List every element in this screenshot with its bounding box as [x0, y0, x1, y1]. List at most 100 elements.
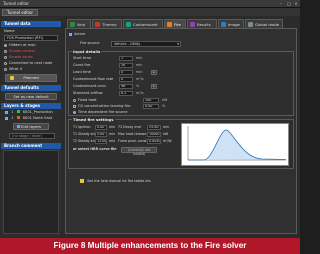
- tab-fire-label: Fire: [174, 22, 181, 27]
- edit-layers-button[interactable]: Edit layers: [13, 123, 49, 130]
- tunnel-editor-window: Tunnel editor – □ × Tunnel editor Tunnel…: [0, 0, 300, 238]
- radio-hidden[interactable]: Hidden at map: [4, 43, 36, 48]
- planned-button-label: Planned: [23, 75, 39, 80]
- fixed-heat-row[interactable]: Fixed heat: [73, 98, 97, 103]
- o2-row[interactable]: O2 concentration leaving fire: [73, 104, 130, 109]
- fire-panel: Active Fire source Vehicle - Utility ▾ In…: [65, 28, 297, 234]
- fire-source-select[interactable]: Vehicle - Utility ▾: [111, 41, 181, 47]
- timed-fire-title: Timed fire settings: [72, 117, 115, 122]
- hrr-curve-svg: [187, 126, 287, 161]
- close-icon[interactable]: ×: [293, 1, 299, 6]
- radio-what-if-label: What if: [9, 67, 22, 71]
- const-fire-label: Const fire: [73, 63, 91, 67]
- time-dependent-radio[interactable]: [73, 110, 76, 114]
- t1-ignition-label: T1 Ignition: [73, 125, 91, 129]
- layer-1-checkbox[interactable]: [5, 110, 8, 114]
- tab-fire[interactable]: Fire: [164, 19, 186, 28]
- layer-2-color-icon: [16, 116, 20, 119]
- edit-layers-icon: [17, 125, 20, 128]
- tab-image[interactable]: Image: [218, 19, 244, 28]
- t1-ignition-input[interactable]: 0.00: [95, 125, 107, 130]
- radio-hidden-indicator[interactable]: [4, 43, 7, 47]
- radio-smoke-control-indicator[interactable]: [4, 49, 7, 53]
- active-checkbox-row[interactable]: Active: [69, 32, 85, 37]
- lead-time-input[interactable]: 0: [119, 70, 133, 75]
- o2-input[interactable]: 0.00: [143, 104, 159, 109]
- start-time-input[interactable]: 1: [119, 56, 133, 61]
- tab-contaminant-label: Contaminant: [133, 22, 158, 27]
- branch-comment-header: Branch comment: [1, 143, 61, 149]
- contaminant-conc-input[interactable]: 96: [119, 84, 133, 89]
- radio-what-if-indicator[interactable]: [4, 67, 7, 71]
- o2-checkbox[interactable]: [73, 104, 76, 108]
- contaminant-conc-unit: %: [136, 84, 140, 88]
- radio-connected[interactable]: Connected to next node: [4, 61, 52, 66]
- fixed-heat-input[interactable]: 100: [143, 98, 159, 103]
- tunnel-name-input[interactable]: FDS Production (RFI): [4, 35, 58, 41]
- layer-2-checkbox[interactable]: [5, 116, 8, 120]
- planned-icon: [10, 76, 14, 80]
- const-fire-input[interactable]: 30: [119, 63, 133, 68]
- fume-prod-input[interactable]: 0.0040: [147, 139, 161, 144]
- editor-tabs: Velo Thermo Contaminant Fire Results Ima…: [65, 19, 297, 28]
- standard-airflow-input[interactable]: 0.1: [119, 91, 133, 96]
- t1-steady-input[interactable]: 5.00: [95, 132, 107, 137]
- radio-what-if[interactable]: What if: [4, 67, 22, 72]
- maximize-icon[interactable]: □: [286, 1, 292, 6]
- fixed-heat-radio[interactable]: [73, 98, 76, 102]
- tab-contaminant[interactable]: Contaminant: [123, 19, 163, 28]
- time-dependent-label: Time dependent fire source: [78, 110, 128, 114]
- tab-velo[interactable]: Velo: [67, 19, 91, 28]
- global-mode-icon: [248, 22, 253, 27]
- active-label: Active: [74, 32, 86, 36]
- const-fire-unit: min: [136, 63, 143, 67]
- image-icon: [221, 22, 226, 27]
- radio-smoke-zones[interactable]: Smoke zones: [4, 55, 33, 60]
- start-time-unit: min: [136, 56, 143, 60]
- branch-comment-textarea[interactable]: [3, 150, 59, 234]
- t3-decay-input[interactable]: 25.00: [147, 125, 161, 130]
- fume-prod-label: Fume prod. const.: [118, 139, 148, 143]
- contaminant-flow-label: Contaminant flow rate: [73, 77, 114, 81]
- tunnel-defaults-header: Tunnel defaults: [1, 85, 61, 91]
- layer-row-1[interactable]: 1 6001_Production: [5, 110, 53, 115]
- contaminant-conc-extra-button[interactable]: ▸: [151, 84, 157, 89]
- standard-airflow-label: Standard airflow: [73, 91, 103, 95]
- tab-results[interactable]: Results: [187, 19, 217, 28]
- tab-thermo-label: Thermo: [102, 22, 117, 27]
- o2-unit: %: [162, 104, 166, 108]
- planned-button[interactable]: Planned: [5, 74, 57, 82]
- help-icon: [80, 179, 84, 183]
- active-checkbox[interactable]: [69, 32, 72, 36]
- t3-decay-unit: min: [163, 125, 170, 129]
- hrr-curve-file-button[interactable]: (currently not loaded): [121, 147, 157, 156]
- radio-connected-indicator[interactable]: [4, 61, 7, 65]
- radio-smoke-zones-indicator[interactable]: [4, 55, 7, 59]
- figure-caption: Figure 8 Multiple enhancements to the Fi…: [0, 238, 300, 254]
- t2-steady-input[interactable]: 15.00: [95, 139, 107, 144]
- hrr-curve-plot: [181, 123, 289, 166]
- contaminant-flow-input[interactable]: 0: [119, 77, 133, 82]
- layer-2-num: 1: [11, 116, 14, 120]
- t1-steady-unit: min: [109, 132, 116, 136]
- name-label: Name: [4, 29, 15, 33]
- layer-row-2[interactable]: 1 6001 North East: [5, 116, 52, 121]
- stage-select[interactable]: (no stage / layer): [9, 133, 55, 139]
- fire-icon: [167, 22, 172, 27]
- thermo-icon: [95, 22, 100, 27]
- fire-source-value: Vehicle - Utility: [114, 42, 141, 46]
- time-dependent-row[interactable]: Time dependent fire source: [73, 110, 127, 115]
- lead-time-extra-button[interactable]: ▸: [151, 70, 157, 75]
- tab-global-mode-label: Global mode: [255, 22, 280, 27]
- tab-thermo[interactable]: Thermo: [92, 19, 122, 28]
- set-default-button[interactable]: Set as new default: [5, 93, 57, 100]
- radio-smoke-control[interactable]: Smoke control: [4, 49, 35, 54]
- tunnel-editor-tab[interactable]: Tunnel editor: [2, 9, 39, 16]
- max-hrr-input[interactable]: 10000: [147, 132, 161, 137]
- layer-1-color-icon: [16, 110, 20, 113]
- minimize-icon[interactable]: –: [278, 1, 284, 6]
- window-title: Tunnel editor: [3, 1, 30, 6]
- left-panel: Tunnel data Name FDS Production (RFI) Hi…: [1, 17, 61, 236]
- fixed-heat-label: Fixed heat: [78, 98, 97, 102]
- tab-global-mode[interactable]: Global mode: [245, 19, 283, 28]
